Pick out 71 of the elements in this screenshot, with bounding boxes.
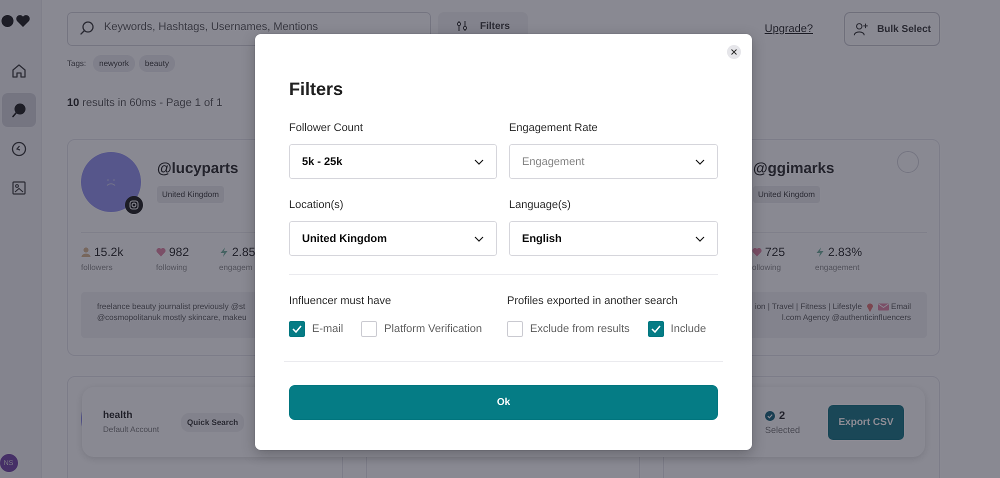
checkbox-label: Exclude from results <box>530 323 630 335</box>
location-tag: United Kingdom <box>157 186 224 203</box>
nav-item[interactable] <box>2 93 36 127</box>
sliders-icon <box>456 20 468 32</box>
field-label: Language(s) <box>509 198 572 212</box>
group-label: Profiles exported in another search <box>507 294 679 308</box>
stat-value: 2.83% <box>828 245 862 259</box>
selected-count: 2 <box>778 410 786 422</box>
close-button[interactable] <box>727 45 741 59</box>
bio-text: ion | Travel | Fitness | Lifestyle <box>754 301 862 312</box>
pin-icon <box>866 302 874 312</box>
quick-search-button[interactable]: Quick Search <box>181 412 244 432</box>
bulk-select-button[interactable]: Bulk Select <box>844 12 940 46</box>
stat-value: 725 <box>765 245 786 259</box>
select-field[interactable]: English <box>509 221 718 256</box>
select-field[interactable]: 5k - 25k <box>289 144 497 179</box>
dialog-title: Filters <box>289 78 344 100</box>
heart-icon <box>752 247 762 257</box>
search-icon <box>10 101 28 119</box>
heart-icon <box>156 247 166 257</box>
selected-label: Selected <box>764 424 800 434</box>
profile-handle[interactable]: @ggimarks <box>753 160 834 177</box>
stat-value: 2.85 <box>232 245 256 259</box>
sad-face-icon <box>104 177 118 187</box>
field-label: Engagement Rate <box>509 121 599 135</box>
checkbox-label: Include <box>670 323 706 335</box>
chevron-down-icon <box>474 158 484 164</box>
account-label: Default Account <box>103 425 160 434</box>
field-label: Location(s) <box>289 198 344 212</box>
envelope-icon <box>878 302 889 310</box>
bio-text: @cosmopolitanuk mostly skincare, makeu <box>97 312 247 323</box>
instagram-icon <box>125 196 143 214</box>
select-field[interactable]: Engagement <box>509 144 718 179</box>
add-user-icon <box>853 21 870 37</box>
stat-value: 982 <box>169 245 190 259</box>
group-label: Influencer must have <box>289 294 392 308</box>
clock-icon <box>10 140 28 158</box>
bolt-icon <box>815 247 825 257</box>
close-icon <box>731 49 737 55</box>
tag-chip[interactable]: beauty <box>138 55 175 72</box>
check-circle-icon <box>764 410 775 420</box>
chevron-down-icon <box>695 158 705 164</box>
tag-chip[interactable]: newyork <box>93 55 135 72</box>
check-icon <box>650 325 661 333</box>
checkbox[interactable] <box>289 321 305 337</box>
field-label: Follower Count <box>289 121 364 135</box>
checkbox-label: Platform Verification <box>384 323 482 335</box>
results-summary: 10 results in 60ms - Page 1 of 1 <box>67 97 224 109</box>
bio-text: freelance beauty journalist previously @st <box>97 301 246 312</box>
home-icon <box>10 62 28 80</box>
bio-text: Email <box>890 301 911 312</box>
checkbox-label: E-mail <box>312 323 344 335</box>
search-name: health <box>103 410 134 421</box>
stat-value: 15.2k <box>94 245 124 259</box>
search-icon <box>79 20 95 36</box>
image-icon <box>10 179 28 197</box>
bolt-icon <box>219 247 229 257</box>
chevron-down-icon <box>695 236 705 242</box>
tags-label: Tags: <box>67 59 86 68</box>
location-tag: United Kingdom <box>753 186 820 203</box>
chevron-down-icon <box>474 236 484 242</box>
profile-handle[interactable]: @lucyparts <box>157 160 238 177</box>
logo-icon <box>0 14 30 28</box>
select-field[interactable]: United Kingdom <box>289 221 497 256</box>
checkbox[interactable] <box>648 321 664 337</box>
ok-button[interactable]: Ok <box>289 385 718 420</box>
upgrade-link[interactable]: Upgrade? <box>764 23 813 35</box>
person-icon <box>81 247 91 257</box>
check-icon <box>292 325 302 333</box>
bio-text: l.com Agency @authenticinfluencers <box>782 312 911 323</box>
export-csv-button[interactable]: Export CSV <box>828 404 904 440</box>
